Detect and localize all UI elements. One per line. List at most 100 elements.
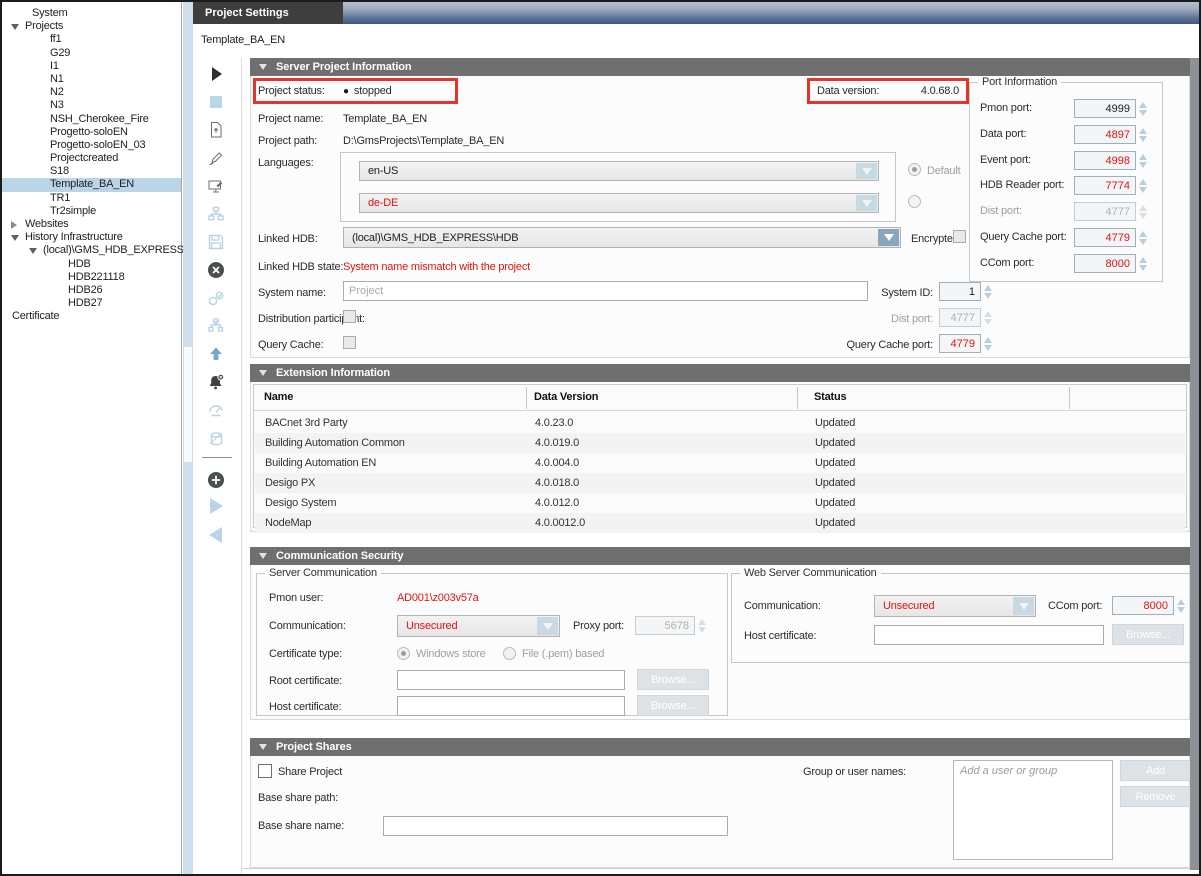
column-header-name[interactable]: Name xyxy=(264,385,293,409)
link-project-icon[interactable] xyxy=(204,202,228,226)
dist-port-info-stepper[interactable]: 4777 xyxy=(1074,202,1136,221)
tree-item[interactable]: G29 xyxy=(2,47,181,60)
distribution-participant-checkbox[interactable] xyxy=(343,310,356,323)
tree-item-selected[interactable]: Template_BA_EN xyxy=(2,178,181,191)
tree-item[interactable]: Progetto-soloEN_03 xyxy=(2,139,181,152)
query-cache-port-info-spin-arrows[interactable] xyxy=(1137,228,1148,247)
start-project-icon[interactable] xyxy=(204,62,228,86)
navigate-previous-icon[interactable] xyxy=(204,523,228,547)
dist-port-stepper[interactable]: 4777 xyxy=(939,308,981,327)
tree-item[interactable]: (local)\GMS_HDB_EXPRESS xyxy=(2,244,181,257)
hdb-reader-port-spin-arrows[interactable] xyxy=(1137,176,1148,195)
database-icon[interactable] xyxy=(204,427,228,451)
base-share-name-input[interactable] xyxy=(383,816,728,836)
section-header-comm-security[interactable]: Communication Security xyxy=(250,547,1190,565)
encrypted-checkbox[interactable] xyxy=(953,230,966,243)
save-icon[interactable] xyxy=(204,230,228,254)
system-id-spin-arrows[interactable] xyxy=(982,282,993,301)
tree-item[interactable]: S18 xyxy=(2,165,181,178)
chevron-right-icon[interactable] xyxy=(11,221,17,229)
right-scrollbar[interactable] xyxy=(1190,58,1201,870)
chevron-down-icon[interactable] xyxy=(856,163,877,179)
tree-item[interactable]: Projectcreated xyxy=(2,152,181,165)
tree-item[interactable]: Tr2simple xyxy=(2,205,181,218)
tree-item[interactable]: HDB221118 xyxy=(2,271,181,284)
add-user-button[interactable]: Add xyxy=(1120,760,1191,781)
tree-item[interactable]: N2 xyxy=(2,86,181,99)
web-host-certificate-browse-button[interactable]: Browse... xyxy=(1112,624,1184,645)
web-host-certificate-input[interactable] xyxy=(874,625,1104,645)
section-header-project-shares[interactable]: Project Shares xyxy=(250,738,1190,756)
column-header-status[interactable]: Status xyxy=(814,385,846,409)
data-port-stepper[interactable]: 4897 xyxy=(1074,125,1136,144)
restore-project-icon[interactable] xyxy=(204,118,228,142)
history-recovery-icon[interactable] xyxy=(204,399,228,423)
web-ccom-port-stepper[interactable]: 8000 xyxy=(1112,596,1174,615)
proxy-port-spin-arrows[interactable] xyxy=(696,616,707,635)
table-row[interactable]: Desigo System 4.0.012.0 Updated xyxy=(255,493,1185,513)
default-language-radio[interactable] xyxy=(908,163,921,176)
language-secondary-dropdown[interactable]: de-DE xyxy=(359,193,879,213)
tree-item[interactable]: ff1 xyxy=(2,33,181,46)
chevron-down-icon[interactable] xyxy=(11,24,19,30)
host-certificate-browse-button[interactable]: Browse... xyxy=(637,695,709,716)
root-certificate-input[interactable] xyxy=(397,670,625,690)
section-header-extension-info[interactable]: Extension Information xyxy=(250,364,1190,382)
collapse-icon[interactable] xyxy=(259,553,267,559)
query-cache-port-info-stepper[interactable]: 4779 xyxy=(1074,228,1136,247)
language-primary-dropdown[interactable]: en-US xyxy=(359,161,879,181)
upgrade-project-icon[interactable] xyxy=(204,342,228,366)
column-header-data-version[interactable]: Data Version xyxy=(534,385,598,409)
tab-project-settings[interactable]: Project Settings xyxy=(193,2,343,24)
tree-item[interactable]: System xyxy=(2,7,181,20)
tree-item[interactable]: HDB xyxy=(2,258,181,271)
remove-user-button[interactable]: Remove xyxy=(1120,786,1191,807)
event-port-stepper[interactable]: 4998 xyxy=(1074,151,1136,170)
hdb-verify-icon[interactable] xyxy=(204,314,228,338)
web-communication-dropdown[interactable]: Unsecured xyxy=(874,595,1036,617)
add-project-icon[interactable] xyxy=(204,468,228,492)
group-user-names-input[interactable] xyxy=(953,760,1113,860)
query-cache-port-spin-arrows[interactable] xyxy=(982,334,993,353)
tree-item[interactable]: Projects xyxy=(2,20,181,33)
query-cache-checkbox[interactable] xyxy=(343,336,356,349)
edit-icon[interactable] xyxy=(204,146,228,170)
table-row[interactable]: Desigo PX 4.0.018.0 Updated xyxy=(255,473,1185,493)
tree-item[interactable]: HDB27 xyxy=(2,297,181,310)
chevron-down-icon[interactable] xyxy=(29,248,37,254)
chevron-down-icon[interactable] xyxy=(1013,597,1034,615)
tree-item[interactable]: HDB26 xyxy=(2,284,181,297)
file-pem-radio[interactable] xyxy=(503,647,516,660)
collapse-icon[interactable] xyxy=(259,744,267,750)
tree-item[interactable]: TR1 xyxy=(2,192,181,205)
ccom-port-stepper[interactable]: 8000 xyxy=(1074,254,1136,273)
tree-item[interactable]: NSH_Cherokee_Fire xyxy=(2,113,181,126)
proxy-port-stepper[interactable]: 5678 xyxy=(635,616,695,635)
stop-project-icon[interactable] xyxy=(204,90,228,114)
chevron-down-icon[interactable] xyxy=(537,617,558,635)
table-row[interactable]: Building Automation Common 4.0.019.0 Upd… xyxy=(255,433,1185,453)
table-row[interactable]: BACnet 3rd Party 4.0.23.0 Updated xyxy=(255,413,1185,433)
hdb-link-check-icon[interactable] xyxy=(204,287,228,311)
tree-item[interactable]: Certificate xyxy=(2,310,181,323)
web-ccom-port-spin-arrows[interactable] xyxy=(1175,596,1186,615)
event-port-spin-arrows[interactable] xyxy=(1137,151,1148,170)
tree-item[interactable]: History Infrastructure xyxy=(2,231,181,244)
share-project-checkbox[interactable] xyxy=(258,764,272,778)
navigate-next-icon[interactable] xyxy=(204,494,228,518)
tree-item[interactable]: N3 xyxy=(2,99,181,112)
ccom-port-spin-arrows[interactable] xyxy=(1137,254,1148,273)
scrollbar-thumb[interactable] xyxy=(184,347,192,462)
dist-port-spin-arrows[interactable] xyxy=(982,308,993,327)
root-certificate-browse-button[interactable]: Browse... xyxy=(637,669,709,690)
host-certificate-input[interactable] xyxy=(397,696,625,716)
subtab-template-ba-en[interactable]: Template_BA_EN xyxy=(201,34,285,46)
disable-notifications-icon[interactable] xyxy=(204,370,228,394)
chevron-down-icon[interactable] xyxy=(878,229,899,246)
linked-hdb-dropdown[interactable]: (local)\GMS_HDB_EXPRESS\HDB xyxy=(343,227,901,248)
hdb-reader-port-stepper[interactable]: 7774 xyxy=(1074,176,1136,195)
chevron-down-icon[interactable] xyxy=(856,195,877,211)
system-id-stepper[interactable]: 1 xyxy=(939,282,981,301)
edit-project-icon[interactable] xyxy=(204,174,228,198)
system-name-input[interactable] xyxy=(343,281,868,301)
